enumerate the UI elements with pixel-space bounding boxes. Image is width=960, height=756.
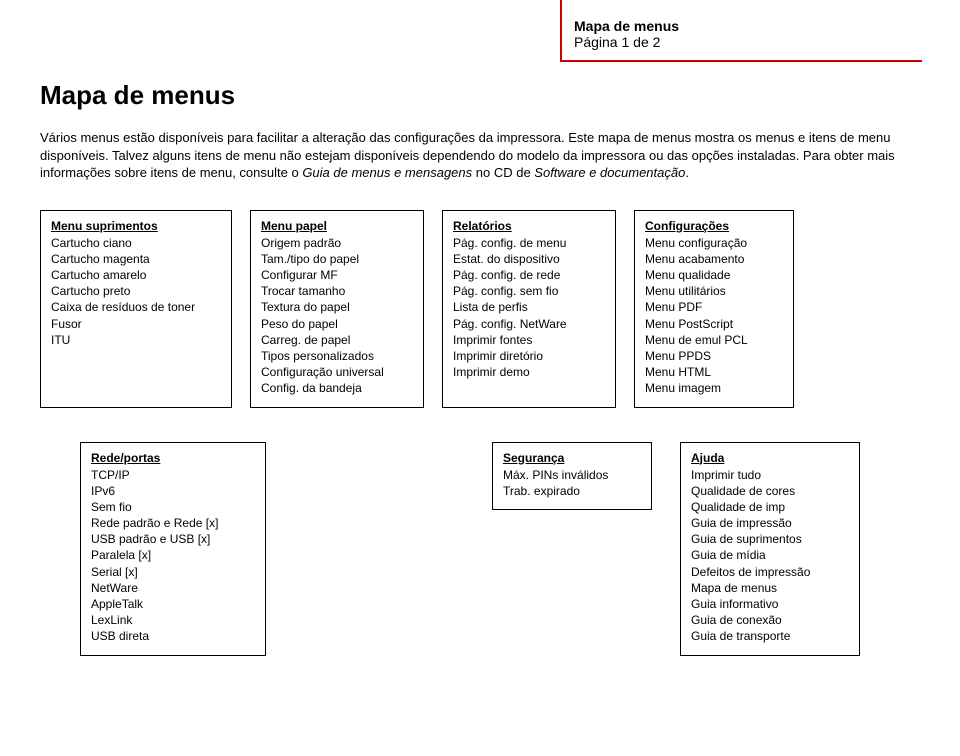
intro-text-2: no CD de [472,165,534,180]
list-item: ITU [51,332,221,348]
list-item: Configurar MF [261,267,413,283]
list-item: Imprimir diretório [453,348,605,364]
header-box: Mapa de menus Página 1 de 2 [560,0,922,62]
intro-text-3: . [685,165,689,180]
list-item: Pág. config. de menu [453,235,605,251]
list-item: Guia de transporte [691,628,849,644]
box-title-relatorios: Relatórios [453,219,605,233]
list-item: Guia de suprimentos [691,531,849,547]
list-item: Trab. expirado [503,483,641,499]
list-item: Defeitos de impressão [691,564,849,580]
list-item: Guia de mídia [691,547,849,563]
list-item: Pág. config. sem fio [453,283,605,299]
box-title-papel: Menu papel [261,219,413,233]
list-item: Textura do papel [261,299,413,315]
list-item: IPv6 [91,483,255,499]
list-item: Rede padrão e Rede [x] [91,515,255,531]
list-item: Tipos personalizados [261,348,413,364]
list-item: Menu configuração [645,235,783,251]
menu-row-2: Rede/portas TCP/IP IPv6 Sem fio Rede pad… [40,442,920,656]
intro-paragraph: Vários menus estão disponíveis para faci… [40,129,920,182]
box-configuracoes: Configurações Menu configuração Menu aca… [634,210,794,408]
list-item: Fusor [51,316,221,332]
list-item: Menu utilitários [645,283,783,299]
list-item: Tam./tipo do papel [261,251,413,267]
list-item: Caixa de resíduos de toner [51,299,221,315]
box-papel: Menu papel Origem padrão Tam./tipo do pa… [250,210,424,408]
list-item: Qualidade de cores [691,483,849,499]
list-item: Menu acabamento [645,251,783,267]
list-item: Configuração universal [261,364,413,380]
list-item: Carreg. de papel [261,332,413,348]
list-item: Menu imagem [645,380,783,396]
list-item: NetWare [91,580,255,596]
list-item: AppleTalk [91,596,255,612]
list-item: Mapa de menus [691,580,849,596]
list-item: Imprimir fontes [453,332,605,348]
list-item: Cartucho magenta [51,251,221,267]
list-item: Origem padrão [261,235,413,251]
list-item: Peso do papel [261,316,413,332]
list-item: Cartucho preto [51,283,221,299]
list-item: Menu qualidade [645,267,783,283]
list-item: Lista de perfis [453,299,605,315]
box-title-rede: Rede/portas [91,451,255,465]
list-item: Serial [x] [91,564,255,580]
box-title-configuracoes: Configurações [645,219,783,233]
list-item: USB direta [91,628,255,644]
list-item: Estat. do dispositivo [453,251,605,267]
list-item: Menu HTML [645,364,783,380]
list-item: Menu de emul PCL [645,332,783,348]
list-item: TCP/IP [91,467,255,483]
header-title: Mapa de menus [574,18,922,34]
header-page: Página 1 de 2 [574,34,922,50]
list-item: Menu PDF [645,299,783,315]
list-item: Imprimir demo [453,364,605,380]
list-item: Sem fio [91,499,255,515]
list-item: Menu PostScript [645,316,783,332]
list-item: Menu PPDS [645,348,783,364]
intro-italic-1: Guia de menus e mensagens [302,165,472,180]
list-item: Pág. config. NetWare [453,316,605,332]
box-rede: Rede/portas TCP/IP IPv6 Sem fio Rede pad… [80,442,266,656]
list-item: Guia de conexão [691,612,849,628]
list-item: Cartucho amarelo [51,267,221,283]
list-item: Config. da bandeja [261,380,413,396]
list-item: LexLink [91,612,255,628]
menu-row-1: Menu suprimentos Cartucho ciano Cartucho… [40,210,920,408]
box-title-suprimentos: Menu suprimentos [51,219,221,233]
box-title-ajuda: Ajuda [691,451,849,465]
list-item: Paralela [x] [91,547,255,563]
list-item: Cartucho ciano [51,235,221,251]
list-item: Trocar tamanho [261,283,413,299]
box-suprimentos: Menu suprimentos Cartucho ciano Cartucho… [40,210,232,408]
box-ajuda: Ajuda Imprimir tudo Qualidade de cores Q… [680,442,860,656]
list-item: Imprimir tudo [691,467,849,483]
page-title: Mapa de menus [40,80,920,111]
list-item: Guia de impressão [691,515,849,531]
list-item: Máx. PINs inválidos [503,467,641,483]
intro-italic-2: Software e documentação [534,165,685,180]
box-seguranca: Segurança Máx. PINs inválidos Trab. expi… [492,442,652,510]
box-title-seguranca: Segurança [503,451,641,465]
list-item: Pág. config. de rede [453,267,605,283]
list-item: Guia informativo [691,596,849,612]
list-item: USB padrão e USB [x] [91,531,255,547]
box-relatorios: Relatórios Pág. config. de menu Estat. d… [442,210,616,408]
list-item: Qualidade de imp [691,499,849,515]
